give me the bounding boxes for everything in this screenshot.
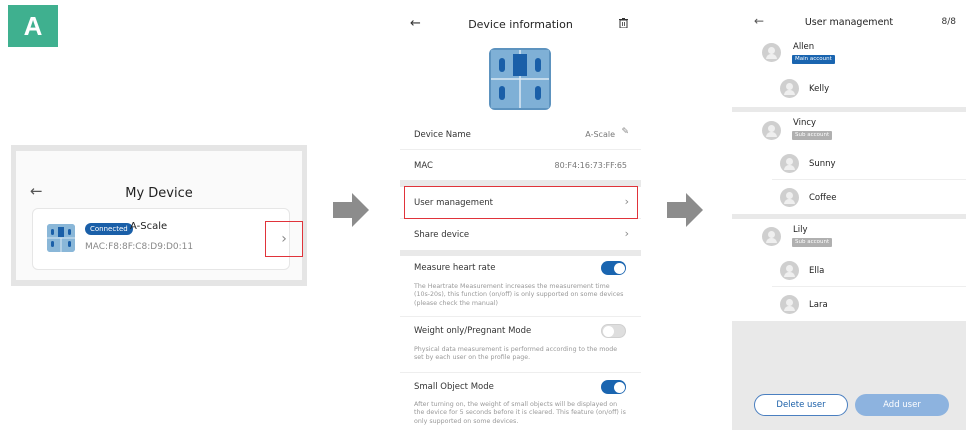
device-mac: MAC:F8:8F:C8:D9:D0:11 [85,242,194,252]
share-device-label: Share device [414,230,470,240]
sub-user-name[interactable]: Kelly [809,84,829,94]
device-name-row[interactable]: Device Name A-Scale ✎ [400,119,641,149]
page-title: User management [804,17,894,28]
avatar-icon [762,227,781,246]
setting-label: Small Object Mode [414,382,494,392]
add-user-button[interactable]: Add user [855,394,949,416]
small-object-toggle[interactable] [601,380,626,394]
scale-thumbnail-icon [47,224,75,252]
setting-label: Weight only/Pregnant Mode [414,326,532,336]
sub-user-name[interactable]: Ella [809,266,824,276]
device-card[interactable]: Connected A-Scale MAC:F8:8F:C8:D9:D0:11 … [32,208,303,270]
user-group: Allen Main account Kelly [732,34,966,107]
page-title: Device information [468,18,573,31]
main-user-name[interactable]: Allen [793,42,814,52]
scale-image-icon [489,48,551,110]
avatar-icon [780,79,799,98]
highlight-box [404,186,638,219]
main-user-name[interactable]: Lily [793,225,808,235]
edit-icon[interactable]: ✎ [621,127,629,137]
divider [772,179,966,180]
weight-only-toggle[interactable] [601,324,626,338]
mac-row: MAC 80:F4:16:73:FF:65 [400,150,641,180]
flow-arrow-icon [333,193,369,227]
device-name-label: Device Name [414,130,471,140]
divider [400,372,641,373]
user-group: Lily Sub account Ella Lara [732,219,966,321]
account-tag: Sub account [792,131,833,140]
device-name: A-Scale [130,221,168,232]
mac-label: MAC [414,161,433,171]
page-title: My Device [125,186,193,201]
sub-user-name[interactable]: Coffee [809,193,836,203]
trash-icon[interactable] [619,18,628,31]
mac-value: 80:F4:16:73:FF:65 [554,161,627,170]
delete-user-button[interactable]: Delete user [754,394,848,416]
divider [772,286,966,287]
chevron-right-icon: › [624,227,629,240]
avatar-icon [762,43,781,62]
account-tag: Main account [792,55,835,64]
device-name-value: A-Scale [585,130,615,139]
setting-description: After turning on, the weight of small ob… [414,401,626,425]
device-information-screen: ← Device information Device Name A-Scale… [400,8,641,430]
setting-description: The Heartrate Measurement increases the … [414,283,624,307]
setting-description: Physical data measurement is performed a… [414,346,618,362]
user-count: 8/8 [941,17,956,27]
main-user-name[interactable]: Vincy [793,118,816,128]
avatar-icon [780,188,799,207]
flow-arrow-icon [667,193,703,227]
my-device-screen: ← My Device Connected A-Scale MAC:F8:8F:… [11,145,307,286]
avatar-icon [780,154,799,173]
user-management-screen: ← User management 8/8 Allen Main account… [732,8,966,430]
avatar-icon [762,121,781,140]
avatar-icon [780,295,799,314]
chevron-right-icon[interactable]: › [265,221,303,257]
setting-label: Measure heart rate [414,263,496,273]
settings-section: Measure heart rate The Heartrate Measure… [400,256,641,430]
connected-badge: Connected [85,223,133,235]
sub-user-name[interactable]: Lara [809,300,828,310]
panel-label: A [8,5,58,47]
avatar-icon [780,261,799,280]
sub-user-name[interactable]: Sunny [809,159,836,169]
share-device-row[interactable]: Share device › [400,219,641,250]
divider [400,316,641,317]
user-group: Vincy Sub account Sunny Coffee [732,112,966,214]
account-tag: Sub account [792,238,833,247]
heart-rate-toggle[interactable] [601,261,626,275]
